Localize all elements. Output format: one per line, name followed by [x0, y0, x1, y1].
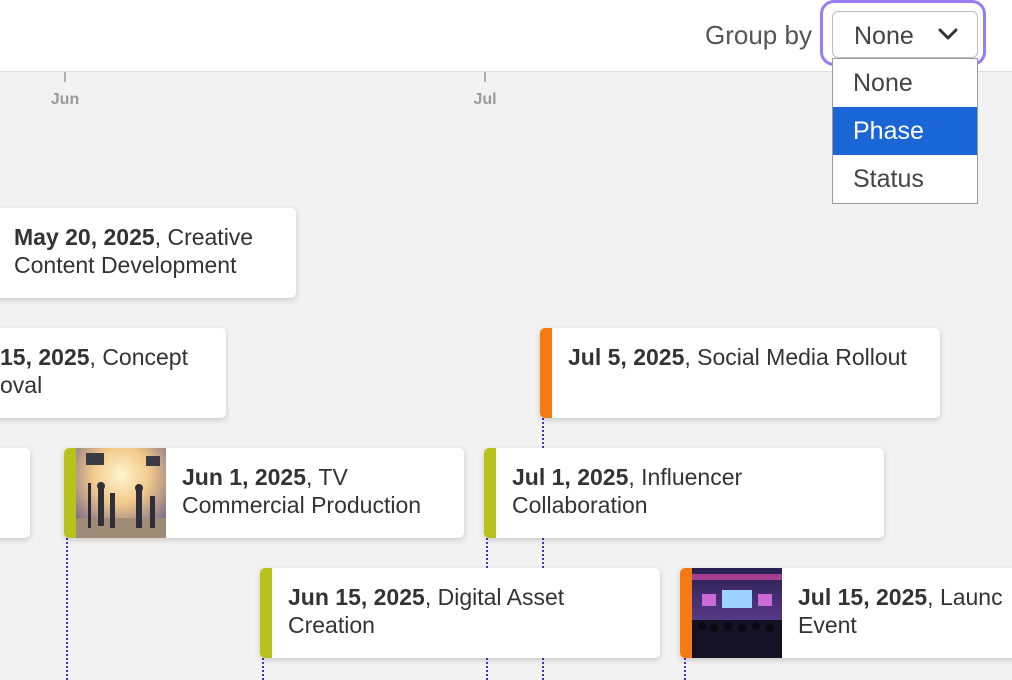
connector-line — [66, 538, 68, 680]
axis-tick-jul — [484, 72, 486, 82]
connector-line — [684, 658, 686, 680]
event-title-cont: Commercial Production — [182, 492, 422, 518]
group-by-dropdown: None Phase Status — [832, 58, 978, 204]
timeline-event-card[interactable]: Jun 15, 2025, Digital Asset Creation — [260, 568, 660, 658]
group-by-select[interactable]: None — [832, 11, 978, 58]
event-text: 15, 2025, Concept oval — [0, 344, 188, 398]
connector-line — [262, 658, 264, 680]
axis-tick-jun — [64, 72, 66, 82]
event-title-cont: oval — [0, 372, 43, 398]
event-title: Concept — [102, 344, 188, 370]
option-phase[interactable]: Phase — [833, 107, 977, 155]
timeline-event-card[interactable]: Jul 1, 2025, Influencer Collaboration — [484, 448, 884, 538]
event-date: 15, 2025 — [0, 344, 90, 370]
event-title-cont: Event — [798, 612, 857, 638]
axis-label-jun: Jun — [50, 91, 80, 108]
timeline-event-card[interactable]: Jun 1, 2025, TV Commercial Production — [64, 448, 464, 538]
event-date: Jul 5, 2025 — [568, 344, 685, 370]
event-date: Jun 15, 2025 — [288, 584, 425, 610]
timeline-event-card[interactable]: Jul 5, 2025, Social Media Rollout — [540, 328, 940, 418]
launch-event-photo — [692, 568, 782, 658]
event-title: Influencer — [641, 464, 743, 490]
timeline-event-card[interactable] — [0, 448, 30, 538]
chevron-down-icon — [938, 28, 958, 40]
event-title: Launc — [939, 584, 1003, 610]
film-set-photo — [76, 448, 166, 538]
event-text: Jul 5, 2025, Social Media Rollout — [568, 344, 907, 370]
axis-label-jul: Jul — [473, 91, 497, 108]
phase-color-bar — [64, 448, 76, 538]
phase-color-bar — [540, 328, 552, 418]
option-none[interactable]: None — [833, 59, 977, 107]
group-by-select-value: None — [854, 22, 914, 50]
event-text: Jul 15, 2025, Launc Event — [798, 584, 1003, 638]
phase-color-bar — [680, 568, 692, 658]
event-title-cont: Creation — [288, 612, 375, 638]
event-date: Jun 1, 2025 — [182, 464, 307, 490]
phase-color-bar — [260, 568, 272, 658]
event-text: Jul 1, 2025, Influencer Collaboration — [512, 464, 743, 518]
event-date: Jul 1, 2025 — [512, 464, 629, 490]
event-date: Jul 15, 2025 — [798, 584, 928, 610]
timeline-event-card[interactable]: 15, 2025, Concept oval — [0, 328, 226, 418]
event-date: May 20, 2025 — [14, 224, 155, 250]
option-status[interactable]: Status — [833, 155, 977, 203]
event-title: Creative — [167, 224, 254, 250]
phase-color-bar — [484, 448, 496, 538]
event-title: Digital Asset — [437, 584, 565, 610]
timeline-event-card[interactable]: Jul 15, 2025, Launc Event — [680, 568, 1012, 658]
event-title: TV — [318, 464, 348, 490]
event-text: Jun 15, 2025, Digital Asset Creation — [288, 584, 565, 638]
event-title-cont: Content Development — [14, 252, 237, 278]
event-title-cont: Collaboration — [512, 492, 648, 518]
event-title: Social Media Rollout — [697, 344, 907, 370]
event-text: May 20, 2025, Creative Content Developme… — [14, 224, 254, 278]
event-text: Jun 1, 2025, TV Commercial Production — [182, 464, 422, 518]
timeline-event-card[interactable]: May 20, 2025, Creative Content Developme… — [0, 208, 296, 298]
group-by-label: Group by — [705, 20, 812, 50]
